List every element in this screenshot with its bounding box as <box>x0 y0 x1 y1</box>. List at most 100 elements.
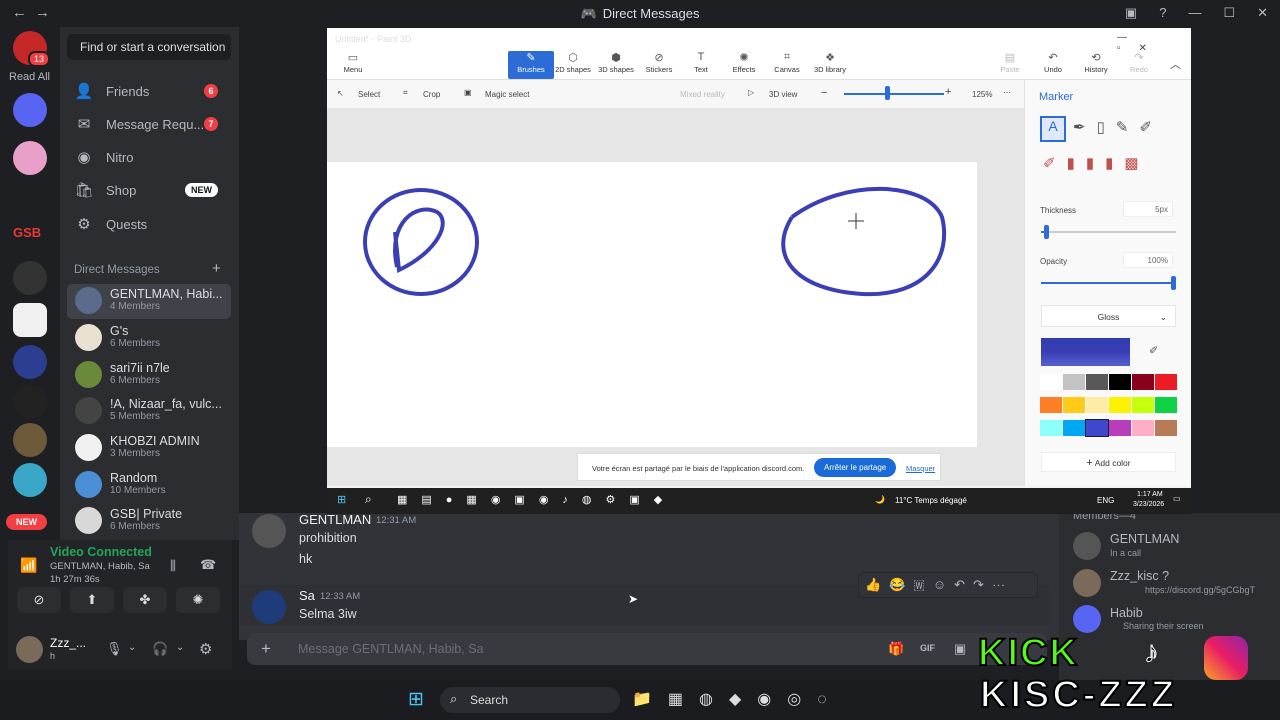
windows-start-icon[interactable]: ⊞ <box>337 493 346 506</box>
server-icon[interactable] <box>13 463 47 497</box>
hide-link[interactable]: Masquer <box>906 464 935 473</box>
thickness-input[interactable]: 5px <box>1123 201 1173 217</box>
zoom-slider[interactable] <box>844 93 944 95</box>
avatar[interactable] <box>252 590 286 624</box>
nav-message-requests[interactable]: ✉ Message Requ... 7 <box>68 109 232 139</box>
stop-sharing-button[interactable]: Arrêter le partage <box>814 458 897 477</box>
color-palette[interactable] <box>1040 374 1178 442</box>
avatar[interactable] <box>1073 605 1101 633</box>
minimize-button[interactable]: — <box>1188 5 1201 21</box>
collapse-icon[interactable]: ︿ <box>1170 56 1181 72</box>
message-author[interactable]: Sa <box>299 588 315 603</box>
swatch[interactable] <box>1132 397 1154 413</box>
composer-input[interactable]: Message GENTLMAN, Habib, Sa <box>298 642 484 656</box>
member-name[interactable]: Zzz_kisc ? <box>1110 569 1169 583</box>
tool-text[interactable]: T Text <box>678 51 724 79</box>
server-icon[interactable] <box>13 303 47 337</box>
back-forward-icons[interactable]: ←→ <box>12 4 58 21</box>
dm-item[interactable]: Random 10 Members <box>67 468 231 503</box>
language-indicator[interactable]: ENG <box>1097 496 1114 505</box>
swatch[interactable] <box>1040 397 1062 413</box>
member-name[interactable]: GENTLMAN <box>1110 532 1179 546</box>
undo-button[interactable]: ↶ Undo <box>1030 51 1076 79</box>
weather-text[interactable]: 11°C Temps dégagé <box>895 496 967 505</box>
avatar[interactable] <box>1073 532 1101 560</box>
swatch[interactable] <box>1063 420 1085 436</box>
dm-item[interactable]: GSB| Private 6 Members <box>67 504 231 539</box>
clock-time[interactable]: 1:17 AM <box>1137 491 1163 498</box>
thickness-thumb[interactable] <box>1044 225 1049 239</box>
taskbar-search[interactable] <box>440 687 620 713</box>
noise-icon[interactable]: ⫼ <box>170 558 176 574</box>
swatch[interactable] <box>1109 374 1131 390</box>
create-dm-icon[interactable]: + <box>212 260 221 277</box>
nav-nitro[interactable]: ◉ Nitro <box>68 142 232 172</box>
marker-icon[interactable]: A <box>1040 116 1066 142</box>
opacity-input[interactable]: 100% <box>1123 252 1173 268</box>
soundboard-button[interactable]: ✺ <box>176 587 220 613</box>
message-author[interactable]: GENTLMAN <box>299 512 371 527</box>
chevron-down-icon[interactable]: ⌄ <box>176 642 184 653</box>
paste-button[interactable]: ▤ Paste <box>987 51 1033 79</box>
avatar[interactable] <box>1073 569 1101 597</box>
inbox-icon[interactable]: ▣ <box>1125 5 1137 21</box>
notification-icon[interactable]: ▭ <box>1173 494 1181 503</box>
tool-stickers[interactable]: ⊘ Stickers <box>636 51 682 79</box>
gif-icon[interactable]: GIF <box>920 643 935 653</box>
nav-friends[interactable]: 👤 Friends 6 <box>68 76 232 106</box>
nav-quests[interactable]: ⚙ Quests <box>68 209 232 239</box>
dm-item[interactable]: !A, Nizaar_fa, vulc... 5 Members <box>67 394 231 429</box>
swatch[interactable] <box>1063 374 1085 390</box>
swatch[interactable] <box>1155 420 1177 436</box>
nav-shop[interactable]: 🛍 Shop NEW <box>68 175 232 205</box>
opacity-thumb[interactable] <box>1171 276 1176 290</box>
server-gsb[interactable]: GSB <box>13 225 41 240</box>
drawing-canvas[interactable] <box>327 162 977 447</box>
history-button[interactable]: ⟲ History <box>1073 51 1119 79</box>
headphones-icon[interactable]: 🎧 <box>152 641 168 657</box>
swatch[interactable] <box>1109 397 1131 413</box>
gift-icon[interactable]: 🎁 <box>888 641 904 657</box>
avatar[interactable] <box>252 514 286 548</box>
select-tool[interactable]: Select <box>358 90 380 99</box>
screen-share-button[interactable]: ⬆ <box>70 587 114 613</box>
pen-icons[interactable]: ✒▯✎✐ <box>1073 118 1163 136</box>
magic-select-tool[interactable]: Magic select <box>485 90 529 99</box>
tool-canvas[interactable]: ⌗ Canvas <box>764 51 810 79</box>
help-icon[interactable]: ? <box>1159 5 1166 21</box>
swatch[interactable] <box>1155 374 1177 390</box>
finish-dropdown[interactable]: Gloss ⌄ <box>1041 305 1176 327</box>
dm-item[interactable]: sari7ii n7le 6 Members <box>67 358 231 393</box>
member-name[interactable]: Habib <box>1110 606 1143 620</box>
brush-icons[interactable]: ✐▮▮▮▩ <box>1043 154 1150 172</box>
server-icon[interactable] <box>13 345 47 379</box>
pinned-apps-icons[interactable]: ▦▤●▦◉▣◉♪◍⚙▣◆ <box>397 493 676 506</box>
dm-item[interactable]: KHOBZI ADMIN 3 Members <box>67 431 231 466</box>
clock-date[interactable]: 3/23/2026 <box>1133 501 1164 508</box>
tool-3d-shapes[interactable]: ⬢ 3D shapes <box>593 51 639 79</box>
search-icon[interactable]: ⌕ <box>365 492 372 507</box>
opacity-slider[interactable] <box>1041 282 1174 284</box>
swatch[interactable] <box>1040 374 1062 390</box>
activities-button[interactable]: ✤ <box>123 587 167 613</box>
server-icon[interactable] <box>13 261 47 295</box>
redo-button[interactable]: ↷ Redo <box>1116 51 1162 79</box>
read-all-link[interactable]: Read All <box>9 71 50 83</box>
swatch[interactable] <box>1086 397 1108 413</box>
message-actions[interactable]: 👍😂🇼☺↶↷⋯ <box>858 572 1038 598</box>
swatch[interactable] <box>1086 374 1108 390</box>
add-attachment-icon[interactable]: + <box>261 639 271 659</box>
search-input[interactable]: Find or start a conversation <box>67 34 231 60</box>
server-icon[interactable] <box>13 93 47 127</box>
avatar[interactable] <box>16 636 43 663</box>
swatch[interactable] <box>1155 397 1177 413</box>
swatch[interactable] <box>1132 420 1154 436</box>
voice-channel[interactable]: GENTLMAN, Habib, Sa <box>50 561 150 572</box>
swatch[interactable] <box>1132 374 1154 390</box>
crop-tool[interactable]: Crop <box>423 90 440 99</box>
server-icon[interactable] <box>13 141 47 175</box>
server-icon[interactable] <box>13 423 47 457</box>
tool-effects[interactable]: ✺ Effects <box>721 51 767 79</box>
mixed-reality-tool[interactable]: Mixed reality <box>680 90 725 99</box>
zoom-thumb[interactable] <box>885 86 890 100</box>
